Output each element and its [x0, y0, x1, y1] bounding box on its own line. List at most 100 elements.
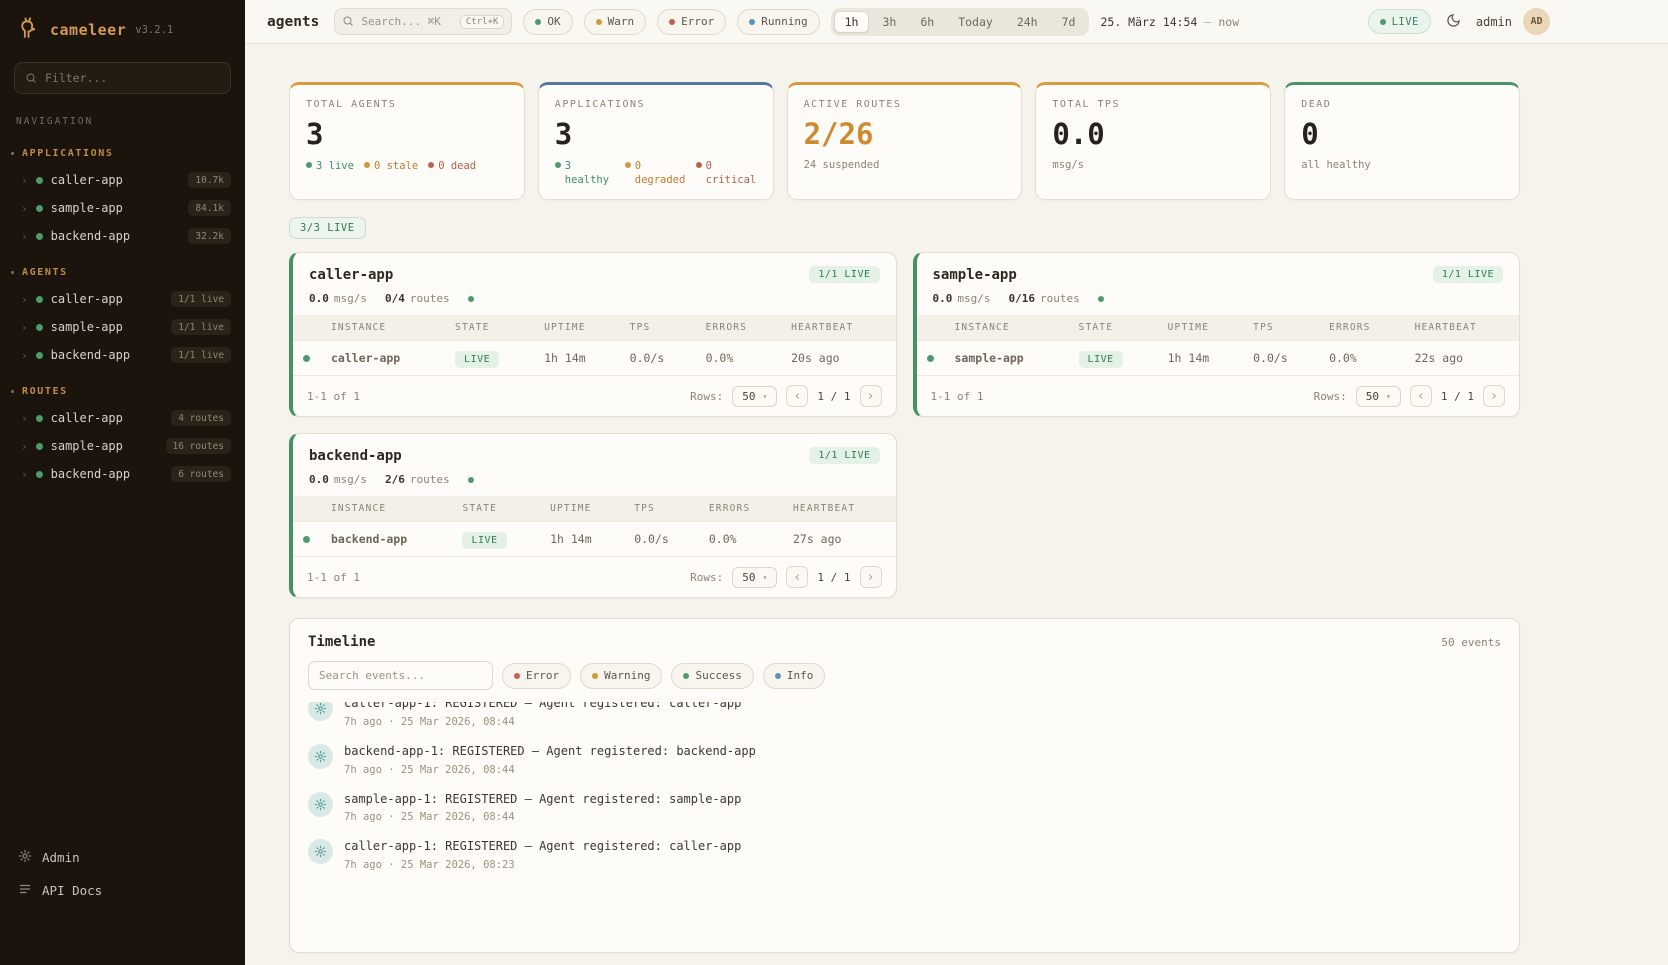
table-row[interactable]: caller-app LIVE 1h 14m 0.0/s 0.0% 20s ag…: [293, 341, 896, 376]
cell-tps: 0.0/s: [620, 341, 696, 376]
col-state: STATE: [445, 315, 534, 341]
sidebar-item-badge: 1/1 live: [171, 347, 231, 363]
event-time: 7h ago · 25 Mar 2026, 08:23: [344, 859, 741, 871]
stat-meta-text: 0 critical: [706, 159, 757, 187]
timeline-chip-error[interactable]: Error: [502, 663, 571, 689]
app-card-title[interactable]: sample-app: [933, 267, 1017, 283]
filter-chip-warn[interactable]: Warn: [584, 9, 647, 35]
range-1h-button[interactable]: 1h: [834, 11, 870, 33]
timeline-search-input[interactable]: [319, 669, 482, 682]
chevron-right-icon: ›: [21, 231, 28, 242]
sidebar-item-backend-app-routes[interactable]: › backend-app 6 routes: [0, 460, 245, 488]
section-header-agents[interactable]: AGENTS: [0, 262, 245, 285]
status-dot: [303, 355, 310, 362]
rows-per-page-select[interactable]: 50 ▾: [732, 386, 777, 407]
stat-card-active-routes: ACTIVE ROUTES 2/26 24 suspended: [787, 82, 1023, 200]
global-search: Ctrl+K: [334, 8, 512, 35]
next-page-button[interactable]: ›: [860, 566, 882, 588]
section-header-routes[interactable]: ROUTES: [0, 381, 245, 404]
sidebar-item-caller-app[interactable]: › caller-app 10.7k: [0, 166, 245, 194]
dead-dot-icon: [428, 162, 434, 168]
page-indicator: 1 / 1: [817, 571, 850, 584]
next-page-button[interactable]: ›: [860, 385, 882, 407]
status-dot: [36, 177, 43, 184]
sidebar-item-sample-app-agent[interactable]: › sample-app 1/1 live: [0, 313, 245, 341]
event-text: sample-app-1: REGISTERED — Agent registe…: [344, 792, 741, 808]
app-card-title[interactable]: caller-app: [309, 267, 393, 283]
prev-page-button[interactable]: ‹: [786, 566, 808, 588]
chip-label: Error: [681, 15, 714, 28]
table-row[interactable]: sample-app LIVE 1h 14m 0.0/s 0.0% 22s ag…: [917, 341, 1520, 376]
sidebar-item-caller-app-routes[interactable]: › caller-app 4 routes: [0, 404, 245, 432]
sidebar-item-api-docs[interactable]: API Docs: [16, 874, 229, 907]
sidebar-item-admin[interactable]: Admin: [16, 841, 229, 874]
timeline-event-list[interactable]: caller-app-1: REGISTERED — Agent registe…: [290, 702, 1519, 952]
dark-mode-toggle[interactable]: [1442, 9, 1465, 35]
sidebar-item-label: sample-app: [51, 201, 181, 215]
table-row[interactable]: backend-app LIVE 1h 14m 0.0/s 0.0% 27s a…: [293, 522, 896, 557]
next-page-button[interactable]: ›: [1483, 385, 1505, 407]
range-24h-button[interactable]: 24h: [1006, 11, 1049, 33]
stat-card-dead: DEAD 0 all healthy: [1284, 82, 1520, 200]
sidebar-filter: [14, 62, 231, 94]
avatar[interactable]: AD: [1523, 8, 1550, 35]
rate-unit: msg/s: [334, 292, 367, 305]
search-icon: [25, 69, 37, 88]
warning-dot-icon: [592, 673, 598, 679]
success-dot-icon: [683, 673, 689, 679]
sidebar-item-backend-app-agent[interactable]: › backend-app 1/1 live: [0, 341, 245, 369]
rows-value: 50: [742, 571, 755, 584]
sidebar-item-sample-app-routes[interactable]: › sample-app 16 routes: [0, 432, 245, 460]
col-state: STATE: [452, 496, 540, 522]
rows-value: 50: [1366, 390, 1379, 403]
sidebar-item-sample-app[interactable]: › sample-app 84.1k: [0, 194, 245, 222]
rate-unit: msg/s: [957, 292, 990, 305]
filter-chip-running[interactable]: Running: [737, 9, 819, 35]
app-card-title[interactable]: backend-app: [309, 448, 402, 464]
filter-chip-error[interactable]: Error: [657, 9, 726, 35]
section-header-applications[interactable]: APPLICATIONS: [0, 143, 245, 166]
filter-chip-ok[interactable]: OK: [523, 9, 572, 35]
status-dot: [927, 355, 934, 362]
range-7d-button[interactable]: 7d: [1051, 11, 1087, 33]
ok-dot-icon: [535, 19, 541, 25]
time-range-display[interactable]: 25. März 14:54 — now: [1100, 15, 1239, 29]
range-today-button[interactable]: Today: [947, 11, 1004, 33]
global-search-input[interactable]: [361, 15, 452, 28]
col-uptime: UPTIME: [534, 315, 620, 341]
stat-value: 3: [555, 117, 757, 151]
routes-value: 2/6: [385, 473, 405, 486]
timeline-chip-info[interactable]: Info: [763, 663, 826, 689]
sidebar-item-backend-app[interactable]: › backend-app 32.2k: [0, 222, 245, 250]
app-logo[interactable]: cameleer v3.2.1: [0, 0, 245, 52]
health-dot-icon: [1098, 296, 1104, 302]
stat-meta-text: all healthy: [1301, 159, 1371, 171]
cell-errors: 0.0%: [1319, 341, 1405, 376]
rows-per-page-select[interactable]: 50 ▾: [732, 567, 777, 588]
stat-label: APPLICATIONS: [555, 99, 757, 110]
timeline-chip-warning[interactable]: Warning: [580, 663, 662, 689]
topbar: agents Ctrl+K OK Warn Error Running 1h 3…: [245, 0, 1668, 44]
live-status-pill[interactable]: LIVE: [1368, 9, 1431, 34]
sidebar-item-label: sample-app: [51, 320, 164, 334]
instance-table: INSTANCE STATE UPTIME TPS ERRORS HEARTBE…: [293, 315, 896, 375]
instance-table: INSTANCE STATE UPTIME TPS ERRORS HEARTBE…: [917, 315, 1520, 375]
rate-value: 0.0: [309, 292, 329, 305]
stat-label: ACTIVE ROUTES: [804, 99, 1006, 110]
range-3h-button[interactable]: 3h: [871, 11, 907, 33]
rows-per-page-select[interactable]: 50 ▾: [1356, 386, 1401, 407]
sidebar-filter-input[interactable]: [45, 71, 220, 85]
prev-page-button[interactable]: ‹: [1410, 385, 1432, 407]
status-dot: [36, 443, 43, 450]
dash-separator: —: [1204, 15, 1211, 29]
range-6h-button[interactable]: 6h: [909, 11, 945, 33]
prev-page-button[interactable]: ‹: [786, 385, 808, 407]
sidebar-item-label: caller-app: [51, 411, 164, 425]
chevron-right-icon: ›: [21, 175, 28, 186]
timeline-chip-success[interactable]: Success: [671, 663, 753, 689]
gear-icon: [308, 839, 333, 864]
camel-logo-icon: [16, 15, 41, 44]
rows-label: Rows:: [690, 390, 723, 403]
sidebar-item-caller-app-agent[interactable]: › caller-app 1/1 live: [0, 285, 245, 313]
stat-meta-text: 24 suspended: [804, 159, 880, 171]
